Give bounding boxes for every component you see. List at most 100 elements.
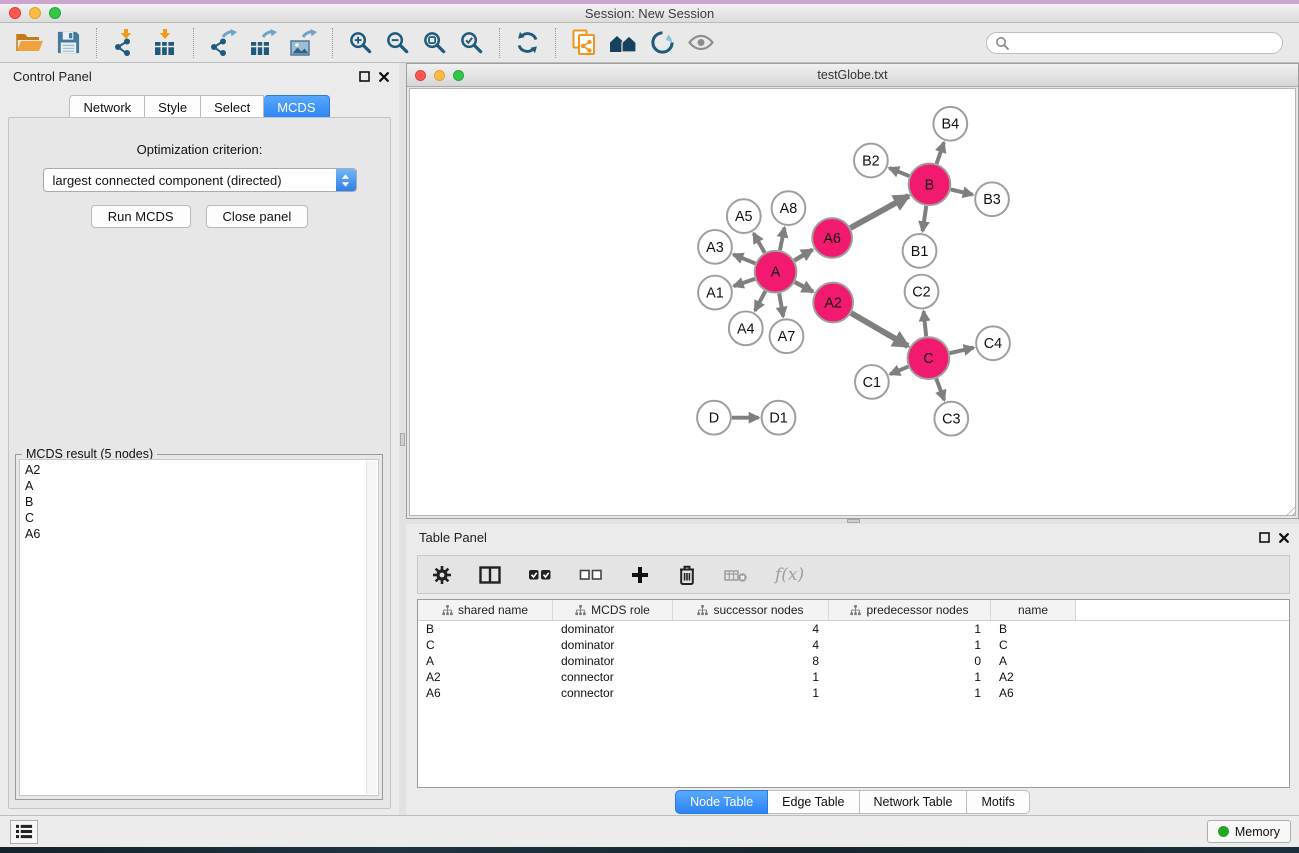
close-panel-icon[interactable]	[1279, 533, 1289, 543]
cell-successor-nodes[interactable]: 4	[673, 622, 829, 636]
cell-shared-name[interactable]: A	[418, 654, 553, 668]
cell-shared-name[interactable]: A6	[418, 686, 553, 700]
float-panel-icon[interactable]	[359, 71, 370, 82]
optimization-criterion-select[interactable]: largest connected component (directed)	[43, 168, 357, 192]
node-A4[interactable]: A4	[729, 311, 763, 345]
run-mcds-button[interactable]: Run MCDS	[91, 205, 191, 228]
cell-name[interactable]: B	[991, 622, 1076, 636]
import-table-button[interactable]	[145, 27, 184, 58]
node-A[interactable]: A	[755, 251, 797, 293]
node-C3[interactable]: C3	[934, 402, 968, 436]
node-C1[interactable]: C1	[855, 365, 889, 399]
cell-predecessor-nodes[interactable]: 1	[829, 670, 991, 684]
cell-name[interactable]: A6	[991, 686, 1076, 700]
function-builder-button[interactable]: f(x)	[769, 563, 810, 587]
search-input[interactable]	[1014, 36, 1274, 50]
edge-A-A3[interactable]	[733, 254, 755, 263]
edge-C-C2[interactable]	[924, 311, 927, 336]
cell-MCDS-role[interactable]: dominator	[553, 622, 673, 636]
node-B2[interactable]: B2	[854, 144, 888, 178]
cell-predecessor-nodes[interactable]: 1	[829, 622, 991, 636]
node-B[interactable]: B	[909, 163, 951, 205]
mcds-result-item[interactable]: C	[25, 510, 378, 526]
split-table-button[interactable]	[473, 563, 507, 587]
edge-A-A2[interactable]	[795, 282, 813, 292]
cell-shared-name[interactable]: A2	[418, 670, 553, 684]
mcds-result-item[interactable]: A	[25, 478, 378, 494]
edge-C-C3[interactable]	[936, 379, 944, 401]
save-session-button[interactable]	[50, 28, 87, 57]
float-panel-icon[interactable]	[1259, 532, 1270, 543]
edge-B-B3[interactable]	[951, 189, 973, 194]
column-header-MCDS-role[interactable]: MCDS role	[553, 600, 673, 620]
edge-B-B1[interactable]	[923, 206, 927, 231]
add-column-button[interactable]	[624, 563, 656, 587]
edge-C-C4[interactable]	[950, 348, 974, 354]
cell-name[interactable]: A2	[991, 670, 1076, 684]
node-C2[interactable]: C2	[905, 275, 939, 309]
cell-successor-nodes[interactable]: 1	[673, 686, 829, 700]
edge-A-A8[interactable]	[780, 228, 785, 251]
node-A5[interactable]: A5	[727, 199, 761, 233]
deselect-all-button[interactable]	[573, 563, 609, 587]
zoom-out-button[interactable]	[379, 28, 416, 57]
node-A6[interactable]: A6	[812, 218, 852, 258]
edge-A-A6[interactable]	[794, 250, 812, 261]
cell-MCDS-role[interactable]: dominator	[553, 654, 673, 668]
node-A7[interactable]: A7	[770, 319, 804, 353]
delete-column-button[interactable]	[671, 562, 703, 588]
node-A8[interactable]: A8	[772, 191, 806, 225]
tab-motifs[interactable]: Motifs	[967, 790, 1029, 814]
clone-network-button[interactable]	[565, 27, 603, 58]
edge-B-B2[interactable]	[889, 168, 909, 176]
column-header-predecessor-nodes[interactable]: predecessor nodes	[829, 600, 991, 620]
node-A1[interactable]: A1	[698, 276, 732, 310]
task-history-button[interactable]	[10, 820, 38, 844]
zoom-fit-button[interactable]	[416, 28, 453, 57]
export-network-button[interactable]	[203, 27, 243, 58]
cell-MCDS-role[interactable]: connector	[553, 686, 673, 700]
mcds-result-item[interactable]: A6	[25, 526, 378, 542]
edge-A6-B[interactable]	[850, 196, 908, 228]
cell-predecessor-nodes[interactable]: 1	[829, 638, 991, 652]
open-session-button[interactable]	[8, 28, 50, 57]
table-settings-button[interactable]	[426, 563, 458, 587]
node-B3[interactable]: B3	[975, 182, 1009, 216]
node-B1[interactable]: B1	[903, 234, 937, 268]
export-table-button[interactable]	[243, 27, 283, 58]
cell-name[interactable]: A	[991, 654, 1076, 668]
column-header-successor-nodes[interactable]: successor nodes	[673, 600, 829, 620]
tab-edge-table[interactable]: Edge Table	[768, 790, 859, 814]
style-preview-button[interactable]	[644, 28, 681, 57]
edge-A-A1[interactable]	[734, 279, 755, 286]
network-canvas[interactable]: AA6A2BCA1A3A4A5A7A8B1B2B3B4C1C2C3C4DD1	[409, 88, 1296, 516]
select-all-button[interactable]	[522, 563, 558, 587]
node-D[interactable]: D	[697, 401, 731, 435]
import-network-button[interactable]	[106, 27, 145, 58]
cell-predecessor-nodes[interactable]: 1	[829, 686, 991, 700]
column-header-shared-name[interactable]: shared name	[418, 600, 553, 620]
mcds-result-item[interactable]: B	[25, 494, 378, 510]
zoom-in-button[interactable]	[342, 28, 379, 57]
close-panel-button[interactable]: Close panel	[206, 205, 309, 228]
apply-layout-button[interactable]	[509, 28, 546, 57]
table-row[interactable]: Bdominator41B	[418, 621, 1289, 637]
export-image-button[interactable]	[283, 27, 323, 58]
column-header-name[interactable]: name	[991, 600, 1076, 620]
mcds-result-item[interactable]: A2	[25, 462, 378, 478]
cell-MCDS-role[interactable]: connector	[553, 670, 673, 684]
split-divider-vertical[interactable]	[399, 63, 406, 815]
edge-C-C1[interactable]	[890, 367, 908, 375]
home-button[interactable]	[603, 28, 644, 57]
cell-shared-name[interactable]: B	[418, 622, 553, 636]
edge-A-A7[interactable]	[779, 293, 783, 316]
edge-A-A5[interactable]	[754, 233, 765, 252]
cell-MCDS-role[interactable]: dominator	[553, 638, 673, 652]
node-A3[interactable]: A3	[698, 230, 732, 264]
node-A2[interactable]: A2	[813, 283, 853, 323]
table-row[interactable]: A2connector11A2	[418, 669, 1289, 685]
hide-graphics-button[interactable]	[681, 28, 721, 57]
table-row[interactable]: Adominator80A	[418, 653, 1289, 669]
edge-A-A4[interactable]	[755, 291, 765, 311]
node-D1[interactable]: D1	[762, 401, 796, 435]
